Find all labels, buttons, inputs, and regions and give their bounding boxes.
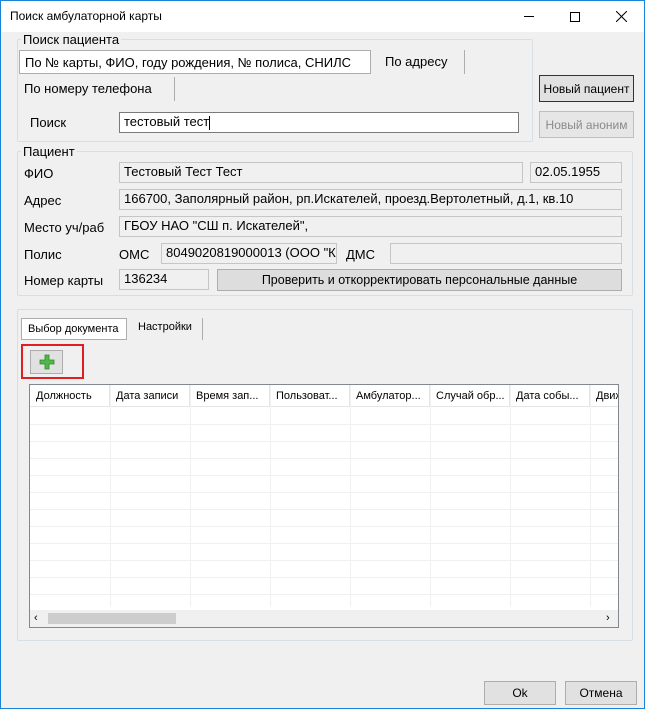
card-number-label: Номер карты bbox=[24, 273, 104, 288]
tab-by-address[interactable]: По адресу bbox=[377, 50, 465, 74]
cancel-button[interactable]: Отмена bbox=[565, 681, 637, 705]
table-row-line bbox=[30, 424, 618, 425]
patient-group-legend: Пациент bbox=[21, 144, 77, 159]
table-column-line bbox=[510, 385, 511, 607]
table-header: Должность Дата записи Время зап... Польз… bbox=[30, 385, 618, 407]
table-row-line bbox=[30, 458, 618, 459]
table-column-line bbox=[350, 385, 351, 607]
maximize-icon bbox=[570, 11, 580, 22]
add-document-button[interactable] bbox=[30, 350, 63, 374]
search-input[interactable]: тестовый тест bbox=[119, 112, 519, 133]
table-row-line bbox=[30, 577, 618, 578]
work-field[interactable]: ГБОУ НАО "СШ п. Искателей", bbox=[119, 216, 622, 237]
minimize-icon bbox=[524, 16, 534, 17]
search-group-legend: Поиск пациента bbox=[21, 32, 122, 47]
ok-button[interactable]: Ok bbox=[484, 681, 556, 705]
search-input-value: тестовый тест bbox=[124, 114, 210, 129]
table-row-line bbox=[30, 509, 618, 510]
oms-label: ОМС bbox=[119, 247, 150, 262]
tab-settings[interactable]: Настройки bbox=[131, 318, 203, 340]
horizontal-scrollbar[interactable]: ‹ › bbox=[30, 610, 618, 627]
table-column-line bbox=[110, 385, 111, 607]
title-bar: Поиск амбулаторной карты bbox=[1, 1, 644, 32]
card-number-field[interactable]: 136234 bbox=[119, 269, 209, 290]
new-patient-button[interactable]: Новый пациент bbox=[539, 75, 634, 102]
column-header[interactable]: Амбулатор... bbox=[350, 385, 430, 407]
column-header[interactable]: Случай обр... bbox=[430, 385, 510, 407]
table-row-line bbox=[30, 475, 618, 476]
close-button[interactable] bbox=[598, 1, 644, 32]
search-label: Поиск bbox=[30, 115, 67, 130]
scrollbar-thumb[interactable] bbox=[48, 613, 176, 624]
table-column-line bbox=[270, 385, 271, 607]
policy-label: Полис bbox=[24, 247, 62, 262]
table-row-line bbox=[30, 492, 618, 493]
address-field[interactable]: 166700, Заполярный район, рп.Искателей, … bbox=[119, 189, 622, 210]
oms-field[interactable]: 8049020819000013 (ООО "КА bbox=[161, 243, 337, 264]
column-header[interactable]: Движ bbox=[590, 385, 618, 407]
plus-icon bbox=[39, 354, 54, 370]
documents-table: Должность Дата записи Время зап... Польз… bbox=[29, 384, 619, 628]
fio-field[interactable]: Тестовый Тест Тест bbox=[119, 162, 523, 183]
column-header[interactable]: Пользоват... bbox=[270, 385, 350, 407]
close-icon bbox=[615, 11, 627, 22]
dms-field[interactable] bbox=[390, 243, 622, 264]
tab-by-phone[interactable]: По номеру телефона bbox=[19, 77, 175, 101]
birthdate-field[interactable]: 02.05.1955 bbox=[530, 162, 622, 183]
dms-label: ДМС bbox=[346, 247, 376, 262]
new-anonymous-button[interactable]: Новый аноним bbox=[539, 111, 634, 138]
work-label: Место уч/раб bbox=[24, 220, 105, 235]
table-row-line bbox=[30, 441, 618, 442]
maximize-button[interactable] bbox=[552, 1, 598, 32]
table-column-line bbox=[430, 385, 431, 607]
minimize-button[interactable] bbox=[506, 1, 552, 32]
tab-document-selection[interactable]: Выбор документа bbox=[21, 318, 127, 340]
tab-by-card[interactable]: По № карты, ФИО, году рождения, № полиса… bbox=[19, 50, 371, 74]
table-row-line bbox=[30, 594, 618, 595]
table-column-line bbox=[190, 385, 191, 607]
table-row-line bbox=[30, 543, 618, 544]
fio-label: ФИО bbox=[24, 166, 54, 181]
search-card-window: Поиск амбулаторной карты Поиск пациента … bbox=[0, 0, 645, 709]
scroll-right-icon[interactable]: › bbox=[606, 612, 610, 624]
verify-data-button[interactable]: Проверить и откорректировать персональны… bbox=[217, 269, 622, 291]
table-row-line bbox=[30, 560, 618, 561]
column-header[interactable]: Время зап... bbox=[190, 385, 270, 407]
address-label: Адрес bbox=[24, 193, 62, 208]
table-column-line bbox=[590, 385, 591, 607]
text-cursor bbox=[209, 115, 211, 130]
scroll-left-icon[interactable]: ‹ bbox=[34, 612, 38, 624]
column-header[interactable]: Должность bbox=[30, 385, 110, 407]
table-row-line bbox=[30, 526, 618, 527]
window-title: Поиск амбулаторной карты bbox=[10, 9, 162, 23]
column-header[interactable]: Дата записи bbox=[110, 385, 190, 407]
column-header[interactable]: Дата собы... bbox=[510, 385, 590, 407]
